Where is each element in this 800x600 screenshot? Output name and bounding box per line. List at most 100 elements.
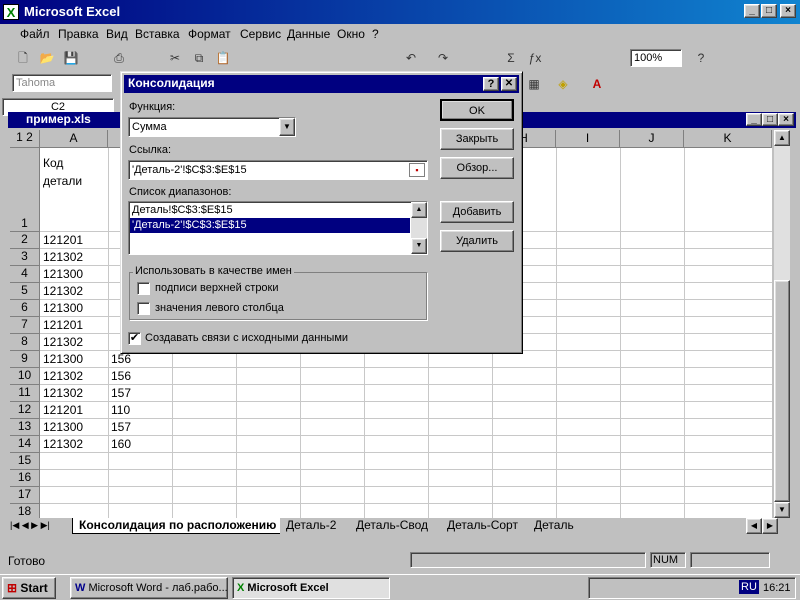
- function-icon[interactable]: ƒx: [524, 48, 546, 69]
- cell-a1[interactable]: Код детали: [40, 154, 100, 190]
- left-column-label[interactable]: значения левого столбца: [155, 302, 284, 314]
- ranges-scrollbar[interactable]: ▲ ▼: [411, 202, 427, 254]
- close-button[interactable]: ×: [780, 4, 796, 18]
- help-icon[interactable]: ?: [690, 48, 712, 69]
- cell-a[interactable]: 121302: [40, 334, 83, 350]
- top-row-checkbox[interactable]: [137, 282, 150, 295]
- outline-buttons[interactable]: 1 2: [10, 130, 40, 148]
- minimize-button[interactable]: _: [744, 4, 760, 18]
- col-header-i[interactable]: I: [556, 130, 620, 148]
- row-header[interactable]: 17: [10, 487, 40, 504]
- borders-icon[interactable]: ▦: [523, 74, 545, 95]
- reference-input[interactable]: 'Деталь-2'!$C$3:$E$15 ▪: [128, 160, 428, 180]
- sheet-tab[interactable]: Консолидация по расположению: [72, 518, 284, 534]
- cell-a[interactable]: 121302: [40, 385, 83, 401]
- tab-nav-icon[interactable]: |◀ ◀ ▶ ▶|: [10, 520, 50, 531]
- close-dialog-button[interactable]: Закрыть: [440, 128, 514, 150]
- scroll-up-icon[interactable]: ▲: [411, 202, 427, 218]
- open-icon[interactable]: 📂: [36, 48, 58, 69]
- col-header-k[interactable]: K: [684, 130, 772, 148]
- row-header[interactable]: 2: [10, 232, 40, 249]
- paste-icon[interactable]: 📋: [212, 48, 234, 69]
- row-header[interactable]: 13: [10, 419, 40, 436]
- menu-window[interactable]: Окно: [337, 27, 365, 41]
- new-icon[interactable]: 🗋: [12, 48, 34, 69]
- cell-a[interactable]: 121302: [40, 283, 83, 299]
- cell-a[interactable]: 121300: [40, 300, 83, 316]
- cell-a[interactable]: 121302: [40, 368, 83, 384]
- undo-icon[interactable]: ↶: [400, 48, 422, 69]
- wb-restore-button[interactable]: □: [762, 113, 778, 126]
- col-header-j[interactable]: J: [620, 130, 684, 148]
- language-indicator[interactable]: RU: [739, 580, 759, 594]
- menu-view[interactable]: Вид: [106, 27, 128, 41]
- cell-b[interactable]: 160: [108, 436, 131, 452]
- range-item[interactable]: Деталь!$C$3:$E$15: [130, 203, 426, 218]
- maximize-button[interactable]: □: [761, 4, 777, 18]
- redo-icon[interactable]: ↷: [432, 48, 454, 69]
- row-header[interactable]: 8: [10, 334, 40, 351]
- add-button[interactable]: Добавить: [440, 201, 514, 223]
- start-button[interactable]: ⊞ Start: [2, 577, 56, 599]
- create-links-label[interactable]: Создавать связи с исходными данными: [145, 332, 348, 344]
- ok-button[interactable]: OK: [440, 99, 514, 121]
- sheet-tab[interactable]: Деталь-Свод: [350, 518, 435, 534]
- sheet-tab[interactable]: Деталь-2: [280, 518, 343, 534]
- wb-minimize-button[interactable]: _: [746, 113, 762, 126]
- create-links-checkbox[interactable]: ✔: [128, 332, 141, 345]
- sheet-tab[interactable]: Деталь: [528, 518, 580, 534]
- cell-a[interactable]: 121302: [40, 249, 83, 265]
- cell-b[interactable]: 110: [108, 402, 130, 418]
- save-icon[interactable]: 💾: [60, 48, 82, 69]
- range-item-selected[interactable]: 'Деталь-2'!$C$3:$E$15: [130, 218, 410, 233]
- cell-a[interactable]: 121300: [40, 351, 83, 367]
- menu-help[interactable]: ?: [372, 27, 379, 41]
- row-header[interactable]: 10: [10, 368, 40, 385]
- row-header[interactable]: 7: [10, 317, 40, 334]
- top-row-label[interactable]: подписи верхней строки: [155, 282, 279, 294]
- chevron-down-icon[interactable]: ▼: [279, 118, 295, 136]
- taskbar-word-button[interactable]: W Microsoft Word - лаб.рабо...: [70, 577, 228, 599]
- cell-a[interactable]: 121302: [40, 436, 83, 452]
- row-header[interactable]: 12: [10, 402, 40, 419]
- hscroll-left-icon[interactable]: ◀: [746, 518, 762, 534]
- scroll-thumb[interactable]: [774, 280, 790, 502]
- collapse-dialog-icon[interactable]: ▪: [409, 163, 425, 177]
- cell-a[interactable]: 121300: [40, 266, 83, 282]
- row-header[interactable]: 9: [10, 351, 40, 368]
- row-header[interactable]: 5: [10, 283, 40, 300]
- browse-button[interactable]: Обзор...: [440, 157, 514, 179]
- taskbar-excel-button[interactable]: X Microsoft Excel: [232, 577, 390, 599]
- menu-tools[interactable]: Сервис: [240, 27, 281, 41]
- col-header-a[interactable]: A: [40, 130, 108, 148]
- sheet-tab[interactable]: Деталь-Сорт: [441, 518, 524, 534]
- dialog-help-button[interactable]: ?: [483, 77, 499, 91]
- row-header[interactable]: 16: [10, 470, 40, 487]
- row-header[interactable]: 4: [10, 266, 40, 283]
- cell-b[interactable]: 156: [108, 368, 131, 384]
- row-header[interactable]: 6: [10, 300, 40, 317]
- font-color-icon[interactable]: A: [586, 74, 608, 95]
- scroll-down-icon[interactable]: ▼: [411, 238, 427, 254]
- row-header[interactable]: 18: [10, 504, 40, 518]
- row-header[interactable]: 11: [10, 385, 40, 402]
- hscroll-right-icon[interactable]: ▶: [762, 518, 778, 534]
- scroll-down-icon[interactable]: ▼: [774, 502, 790, 518]
- dialog-close-button[interactable]: ✕: [501, 77, 517, 91]
- zoom-select[interactable]: 100%: [630, 49, 682, 67]
- menu-data[interactable]: Данные: [287, 27, 330, 41]
- row-header[interactable]: 15: [10, 453, 40, 470]
- menu-edit[interactable]: Правка: [58, 27, 99, 41]
- cell-a[interactable]: 121300: [40, 419, 83, 435]
- row-header[interactable]: 14: [10, 436, 40, 453]
- delete-button[interactable]: Удалить: [440, 230, 514, 252]
- row-header[interactable]: 3: [10, 249, 40, 266]
- cut-icon[interactable]: ✂: [164, 48, 186, 69]
- menu-file[interactable]: Файл: [20, 27, 50, 41]
- cell-b[interactable]: 157: [108, 419, 131, 435]
- font-select[interactable]: Tahoma: [12, 74, 112, 92]
- cell-b[interactable]: 157: [108, 385, 131, 401]
- wb-close-button[interactable]: ×: [778, 113, 794, 126]
- left-column-checkbox[interactable]: [137, 302, 150, 315]
- cell-a[interactable]: 121201: [40, 317, 83, 333]
